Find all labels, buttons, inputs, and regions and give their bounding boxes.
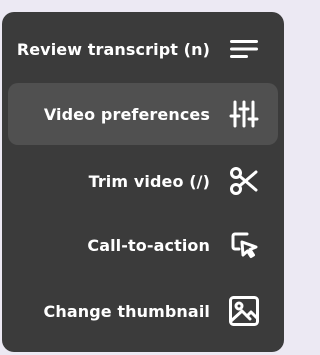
menu-item-trim-video[interactable]: Trim video (/) (8, 150, 278, 212)
cursor-click-icon (228, 229, 260, 261)
menu-item-change-thumbnail[interactable]: Change thumbnail (8, 280, 278, 342)
menu-item-review-transcript[interactable]: Review transcript (n) (8, 18, 278, 80)
menu-item-label: Trim video (/) (88, 171, 210, 191)
menu-item-label: Call-to-action (87, 235, 210, 255)
menu-lines-icon (228, 33, 260, 65)
menu-item-video-preferences[interactable]: Video preferences (8, 83, 278, 145)
context-menu: Review transcript (n) Video preferences (2, 12, 284, 352)
menu-item-label: Review transcript (n) (16, 39, 210, 59)
menu-item-call-to-action[interactable]: Call-to-action (8, 214, 278, 276)
menu-item-label: Change thumbnail (43, 301, 210, 321)
menu-item-label: Video preferences (43, 104, 210, 124)
sliders-icon (228, 98, 260, 130)
image-icon (228, 295, 260, 327)
scissors-icon (228, 165, 260, 197)
